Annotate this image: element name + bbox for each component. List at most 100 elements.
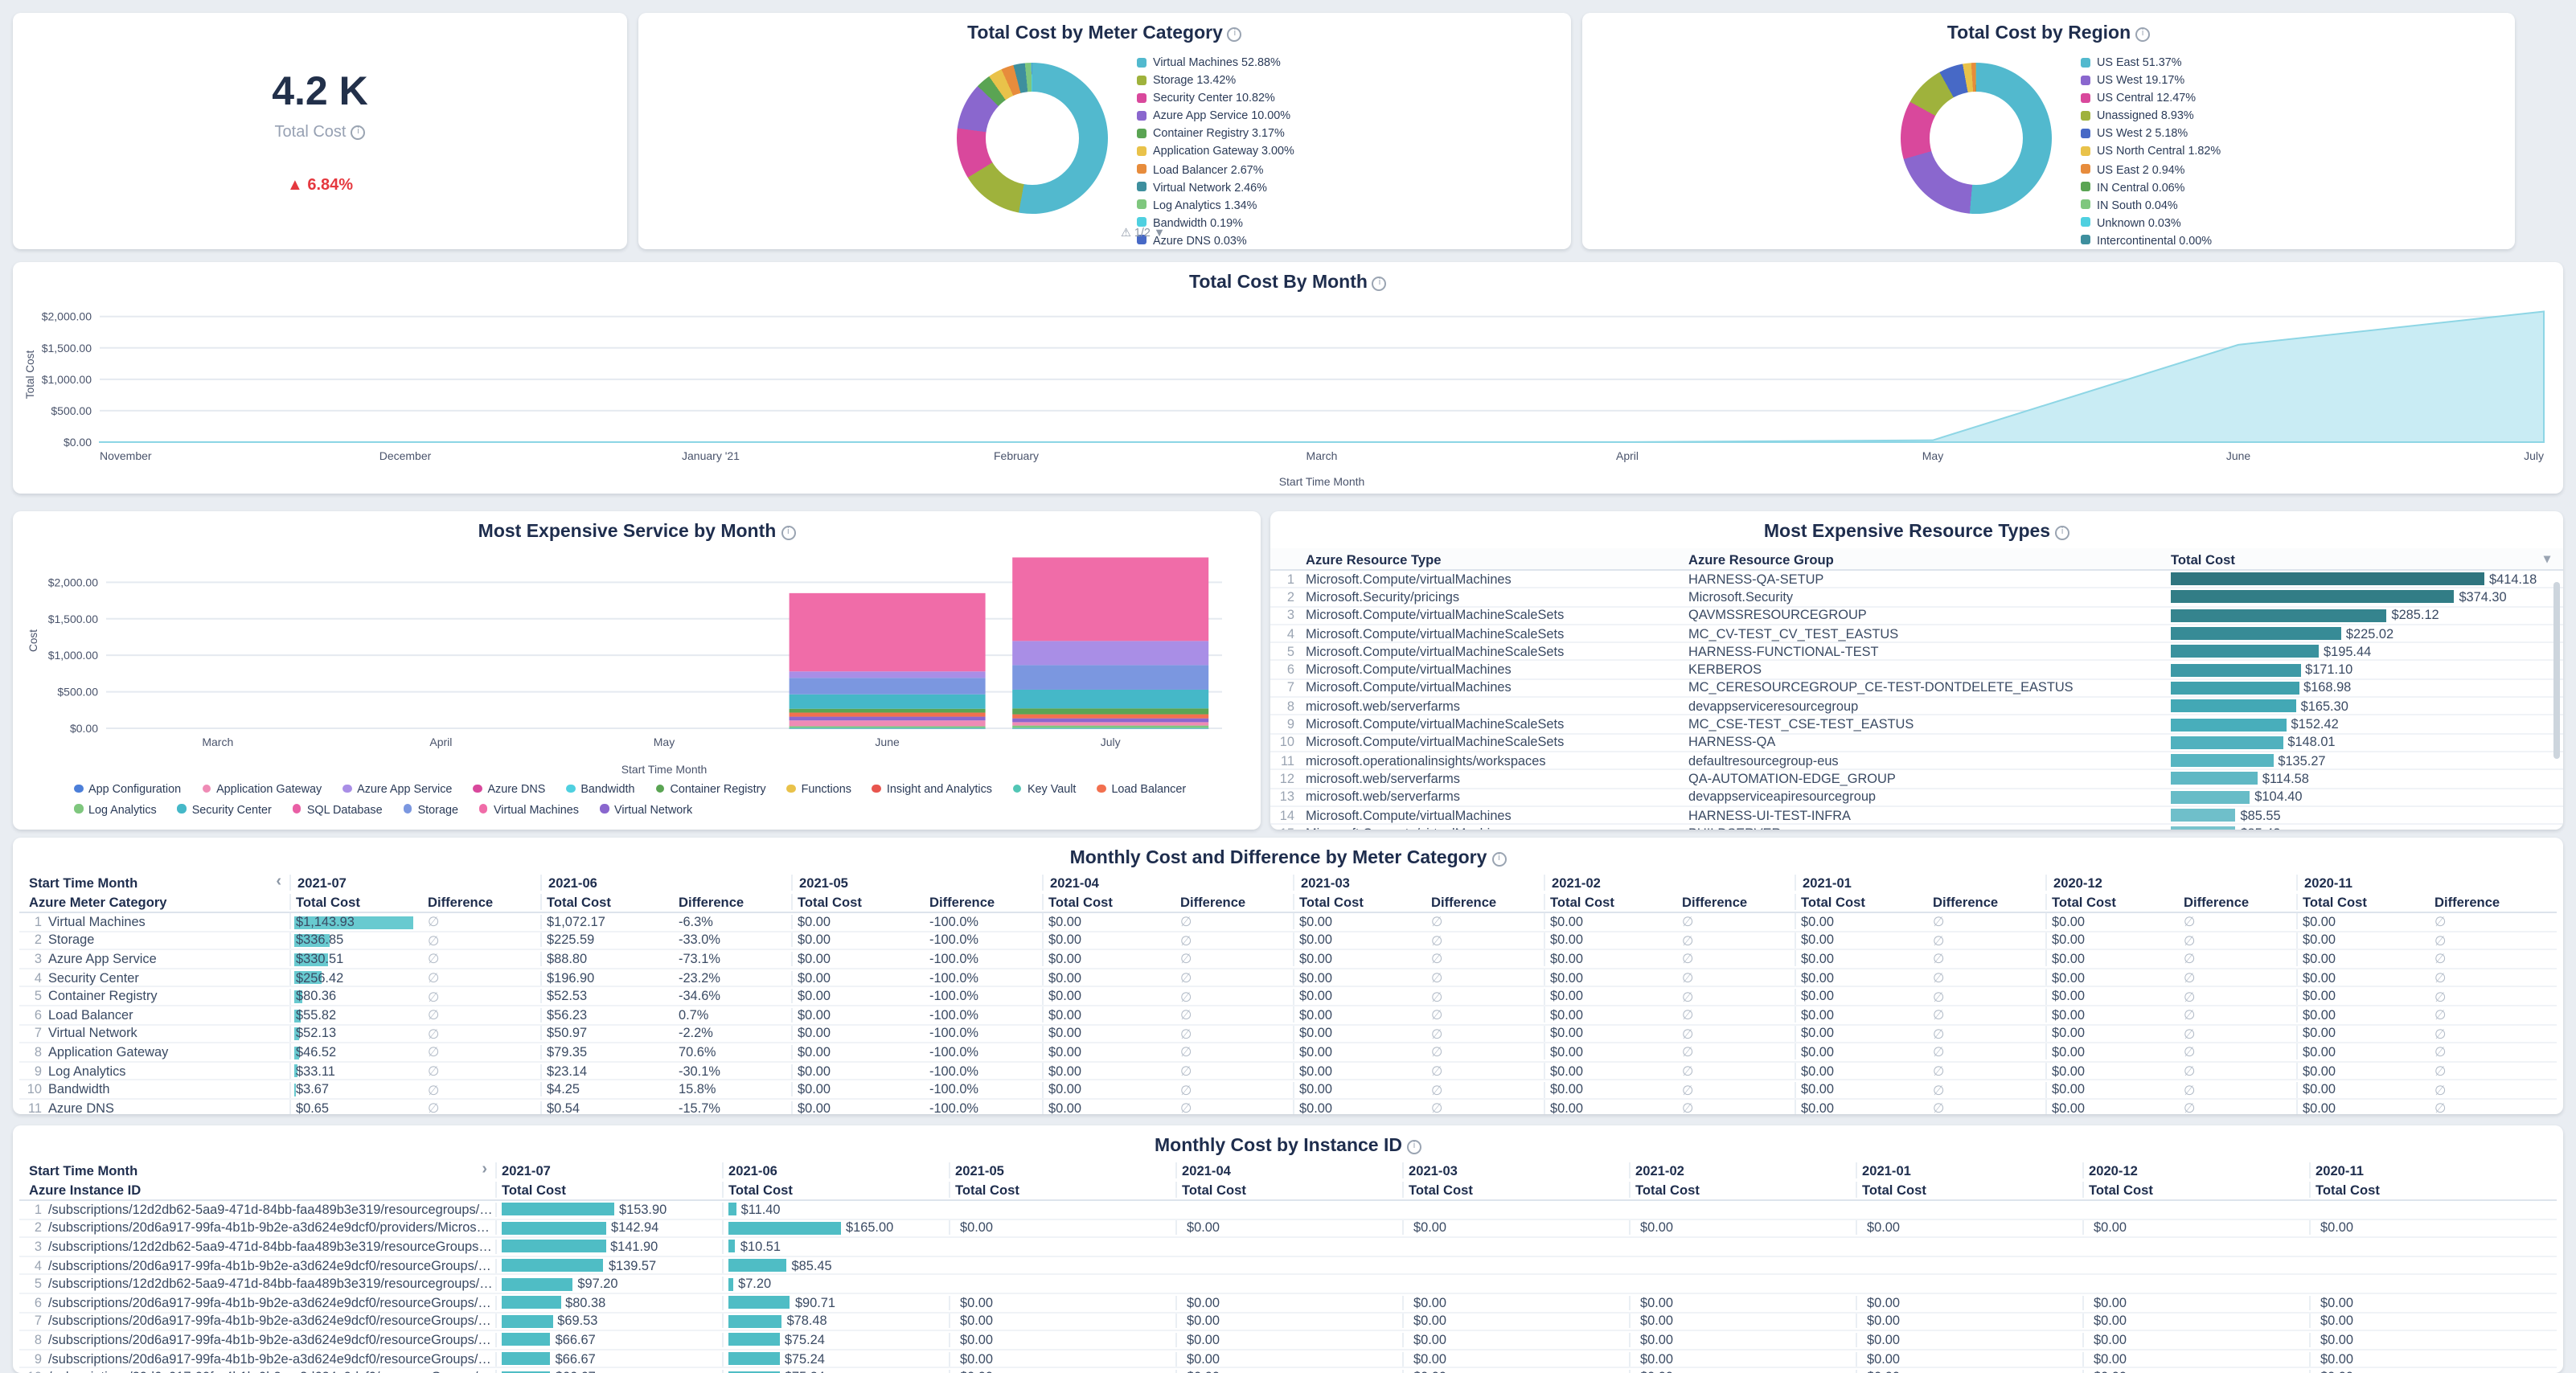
legend-item[interactable]: Log Analytics	[74, 801, 157, 816]
table-row[interactable]: 14Microsoft.Compute/virtualMachinesHARNE…	[1270, 807, 2563, 826]
legend-item[interactable]: IN South 0.04%	[2081, 198, 2221, 212]
legend-item[interactable]: Azure App Service	[343, 781, 452, 796]
month-header[interactable]: 2020-12	[2082, 1162, 2309, 1178]
legend-item[interactable]: US North Central 1.82%	[2081, 144, 2221, 158]
cost-subheader[interactable]: Total Cost	[2047, 894, 2179, 910]
table-row[interactable]: 11microsoft.operationalinsights/workspac…	[1270, 752, 2563, 771]
difference-subheader[interactable]: Difference	[1677, 894, 1796, 910]
month-header[interactable]: 2020-12	[2045, 875, 2296, 891]
table-row[interactable]: 5Container Registry$80.36∅$52.53-34.6%$0…	[19, 988, 2557, 1006]
legend-item[interactable]: Virtual Machines 52.88%	[1137, 55, 1294, 69]
legend-item[interactable]: US West 19.17%	[2081, 72, 2221, 87]
month-header[interactable]: 2021-05	[791, 875, 1042, 891]
legend-item[interactable]: Container Registry 3.17%	[1137, 126, 1294, 141]
cost-subheader[interactable]: Total Cost	[1044, 894, 1175, 910]
table-row[interactable]: 9/subscriptions/20d6a917-99fa-4b1b-9b2e-…	[19, 1350, 2557, 1369]
column-header-meter-category[interactable]: Azure Meter Category	[19, 894, 289, 910]
legend-item[interactable]: US West 2 5.18%	[2081, 126, 2221, 141]
table-row[interactable]: 15Microsoft.Compute/virtualMachinesBUILD…	[1270, 825, 2563, 830]
table-row[interactable]: 7/subscriptions/20d6a917-99fa-4b1b-9b2e-…	[19, 1313, 2557, 1331]
month-header[interactable]: 2021-01	[1856, 1162, 2082, 1178]
cost-subheader[interactable]: Total Cost	[291, 894, 423, 910]
difference-subheader[interactable]: Difference	[423, 894, 542, 910]
scroll-left-icon[interactable]: ›	[482, 1164, 487, 1177]
table-row[interactable]: 6Microsoft.Compute/virtualMachinesKERBER…	[1270, 662, 2563, 680]
month-header[interactable]: 2021-06	[540, 875, 791, 891]
info-icon[interactable]: i	[2055, 526, 2069, 540]
info-icon[interactable]: i	[1372, 277, 1387, 291]
info-icon[interactable]: i	[1407, 1140, 1421, 1154]
chevron-down-icon[interactable]: ▼	[1154, 225, 1165, 240]
month-header[interactable]: 2021-02	[1544, 875, 1795, 891]
cost-subheader[interactable]: Total Cost	[1856, 1182, 2082, 1198]
legend-item[interactable]: US East 2 0.94%	[2081, 162, 2221, 176]
legend-item[interactable]: Insight and Analytics	[872, 781, 992, 796]
difference-subheader[interactable]: Difference	[674, 894, 793, 910]
table-row[interactable]: 10Bandwidth$3.67∅$4.2515.8%$0.00-100.0%$…	[19, 1081, 2557, 1100]
total-cost-by-month-area-chart[interactable]: $0.00$500.00$1,000.00$1,500.00$2,000.00N…	[19, 294, 2557, 490]
table-row[interactable]: 7Virtual Network$52.13∅$50.97-2.2%$0.00-…	[19, 1025, 2557, 1043]
legend-item[interactable]: Unknown 0.03%	[2081, 215, 2221, 230]
table-row[interactable]: 4Microsoft.Compute/virtualMachineScaleSe…	[1270, 625, 2563, 644]
legend-item[interactable]: Bandwidth	[566, 781, 634, 796]
table-row[interactable]: 5/subscriptions/12d2db62-5aa9-471d-84bb-…	[19, 1276, 2557, 1294]
legend-item[interactable]: Security Center 10.82%	[1137, 90, 1294, 105]
difference-subheader[interactable]: Difference	[2179, 894, 2298, 910]
cost-subheader[interactable]: Total Cost	[1545, 894, 1677, 910]
cost-subheader[interactable]: Total Cost	[1294, 894, 1426, 910]
difference-subheader[interactable]: Difference	[1928, 894, 2047, 910]
legend-item[interactable]: US East 51.37%	[2081, 55, 2221, 69]
table-row[interactable]: 2/subscriptions/20d6a917-99fa-4b1b-9b2e-…	[19, 1219, 2557, 1238]
cost-subheader[interactable]: Total Cost	[1796, 894, 1928, 910]
table-row[interactable]: 3Microsoft.Compute/virtualMachineScaleSe…	[1270, 607, 2563, 625]
month-header[interactable]: 2020-11	[2309, 1162, 2536, 1178]
column-header-total-cost[interactable]: Total Cost	[2171, 551, 2235, 567]
month-header[interactable]: 2021-06	[722, 1162, 949, 1178]
difference-subheader[interactable]: Difference	[1175, 894, 1294, 910]
legend-item[interactable]: IN Central 0.06%	[2081, 179, 2221, 194]
table-row[interactable]: 1Virtual Machines$1,143.93∅$1,072.17-6.3…	[19, 913, 2557, 932]
column-menu-icon[interactable]: ▾	[2544, 551, 2550, 566]
table-row[interactable]: 9Microsoft.Compute/virtualMachineScaleSe…	[1270, 716, 2563, 735]
cost-subheader[interactable]: Total Cost	[2309, 1182, 2536, 1198]
vertical-scrollbar[interactable]	[2553, 582, 2560, 759]
info-icon[interactable]: i	[2135, 27, 2150, 42]
legend-item[interactable]: Virtual Network	[600, 801, 692, 816]
legend-item[interactable]: US Central 12.47%	[2081, 90, 2221, 105]
table-row[interactable]: 6Load Balancer$55.82∅$56.230.7%$0.00-100…	[19, 1006, 2557, 1025]
info-icon[interactable]: i	[781, 526, 795, 540]
legend-item[interactable]: Load Balancer	[1097, 781, 1186, 796]
cost-subheader[interactable]: Total Cost	[1402, 1182, 1629, 1198]
meter-category-donut-chart[interactable]	[957, 63, 1108, 214]
legend-item[interactable]: App Configuration	[74, 781, 181, 796]
cost-subheader[interactable]: Total Cost	[1629, 1182, 1856, 1198]
legend-item[interactable]: Virtual Machines	[479, 801, 579, 816]
table-row[interactable]: 1Microsoft.Compute/virtualMachinesHARNES…	[1270, 571, 2563, 589]
table-row[interactable]: 12microsoft.web/serverfarmsQA-AUTOMATION…	[1270, 771, 2563, 789]
cost-subheader[interactable]: Total Cost	[949, 1182, 1175, 1198]
legend-item[interactable]: Container Registry	[656, 781, 766, 796]
legend-item[interactable]: Virtual Network 2.46%	[1137, 179, 1294, 194]
table-row[interactable]: 10Microsoft.Compute/virtualMachineScaleS…	[1270, 734, 2563, 752]
difference-subheader[interactable]: Difference	[2430, 894, 2549, 910]
table-row[interactable]: 2Microsoft.Security/pricingsMicrosoft.Se…	[1270, 589, 2563, 608]
column-header-instance-id[interactable]: Azure Instance ID	[19, 1182, 495, 1198]
table-row[interactable]: 1/subscriptions/12d2db62-5aa9-471d-84bb-…	[19, 1201, 2557, 1219]
info-icon[interactable]: i	[1228, 27, 1242, 42]
info-icon[interactable]: i	[1491, 852, 1506, 867]
month-header[interactable]: 2021-07	[495, 1162, 722, 1178]
month-header[interactable]: 2021-03	[1402, 1162, 1629, 1178]
region-donut-chart[interactable]	[1901, 63, 2052, 214]
table-row[interactable]: 4Security Center$256.42∅$196.90-23.2%$0.…	[19, 969, 2557, 988]
month-header[interactable]: 2021-03	[1293, 875, 1544, 891]
table-row[interactable]: 6/subscriptions/20d6a917-99fa-4b1b-9b2e-…	[19, 1294, 2557, 1313]
difference-subheader[interactable]: Difference	[925, 894, 1044, 910]
table-row[interactable]: 2Storage$336.85∅$225.59-33.0%$0.00-100.0…	[19, 932, 2557, 950]
legend-item[interactable]: Unassigned 8.93%	[2081, 109, 2221, 123]
month-header[interactable]: 2021-02	[1629, 1162, 1856, 1178]
table-row[interactable]: 8Application Gateway$46.52∅$79.3570.6%$0…	[19, 1043, 2557, 1062]
legend-item[interactable]: Application Gateway 3.00%	[1137, 144, 1294, 158]
legend-item[interactable]: Azure App Service 10.00%	[1137, 109, 1294, 123]
legend-item[interactable]: Storage	[404, 801, 458, 816]
legend-item[interactable]: Functions	[787, 781, 851, 796]
